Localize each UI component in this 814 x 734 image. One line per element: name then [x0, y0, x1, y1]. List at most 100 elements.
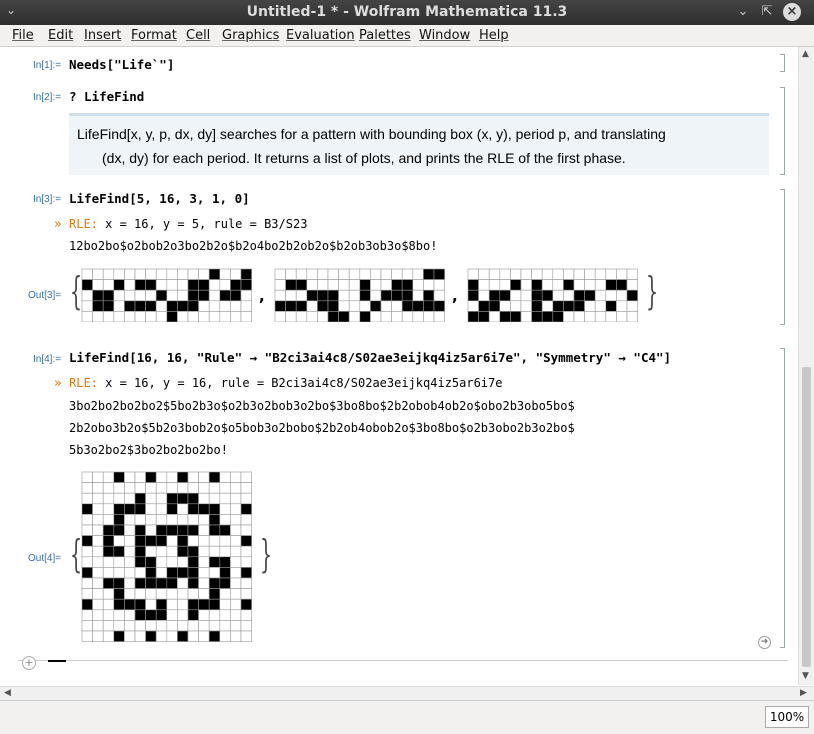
life-cell [433, 311, 445, 322]
life-cell [92, 503, 104, 515]
life-cell [510, 268, 522, 280]
menu-window[interactable]: Window [419, 28, 470, 43]
scroll-right-arrow-icon[interactable]: ▶ [800, 688, 807, 698]
menu-palettes[interactable]: Palettes [359, 28, 411, 43]
life-cell [380, 268, 392, 280]
life-cell [412, 289, 424, 302]
life-cell [219, 514, 231, 526]
in3-rle-body: 12bo2bo$o2bob2o3bo2b2o$b2o4bo2b2ob2o$b2o… [69, 239, 438, 253]
life-cell [113, 630, 125, 642]
life-cell [145, 545, 157, 558]
life-cell [92, 545, 104, 558]
menu-graphics[interactable]: Graphics [222, 28, 279, 43]
menu-format[interactable]: Format [131, 28, 177, 43]
life-cell [274, 289, 286, 302]
life-cell [520, 300, 532, 312]
vertical-scroll-thumb[interactable] [802, 367, 811, 667]
life-cell [81, 268, 93, 280]
life-cell [433, 279, 445, 291]
life-cell [134, 279, 146, 291]
life-cell [531, 300, 543, 312]
life-cell [177, 630, 189, 642]
in1-code[interactable]: Needs["Life`"] [69, 57, 174, 72]
life-cell [552, 300, 564, 312]
suggestions-arrow-icon[interactable]: ➜ [758, 636, 771, 649]
zoom-level-selector[interactable]: 100% [765, 706, 809, 728]
life-cell [145, 268, 157, 280]
life-cell [124, 598, 136, 611]
cell-bracket-in4[interactable] [780, 348, 785, 648]
life-cell [230, 535, 242, 547]
restore-button[interactable]: ⇱ [758, 3, 776, 21]
life-cell [317, 289, 329, 302]
life-cell [230, 279, 242, 291]
life-cell [187, 535, 199, 547]
life-cell [102, 630, 115, 642]
scroll-left-arrow-icon[interactable]: ◀ [4, 688, 11, 698]
in3-code[interactable]: LifeFind[5, 16, 3, 1, 0] [69, 191, 250, 206]
life-cell [274, 311, 286, 322]
cell-bracket-in3[interactable] [780, 189, 785, 325]
life-cell [531, 279, 543, 291]
life-cell [306, 311, 318, 322]
life-cell [124, 311, 136, 322]
life-cell [510, 279, 522, 291]
life-cell [113, 503, 125, 515]
life-cell [531, 268, 543, 280]
scroll-up-arrow-icon[interactable]: ▲ [802, 49, 809, 59]
life-cell [285, 268, 297, 280]
life-cell [92, 577, 104, 589]
life-cell [327, 268, 339, 280]
life-cell [198, 482, 210, 494]
life-cell [134, 503, 146, 515]
life-cell [230, 545, 242, 558]
out4-plot[interactable] [81, 471, 253, 645]
life-cell [584, 289, 596, 302]
menu-insert[interactable]: Insert [84, 28, 121, 43]
life-cell [198, 311, 210, 322]
menu-edit[interactable]: Edit [48, 28, 73, 43]
cell-bracket-in1[interactable] [780, 54, 785, 72]
horizontal-scrollbar[interactable]: ◀ ▶ [0, 686, 814, 700]
life-cell [92, 535, 104, 547]
life-cell [198, 471, 210, 483]
notebook-area[interactable]: In[1]:= Needs["Life`"] In[2]:= ? LifeFin… [0, 47, 798, 685]
life-cell [208, 279, 221, 291]
life-cell [81, 598, 93, 611]
vertical-scrollbar[interactable]: ▲ ▼ [798, 47, 814, 685]
life-cell [187, 300, 199, 312]
life-cell [208, 535, 221, 547]
life-cell [230, 311, 242, 322]
life-cell [359, 268, 371, 280]
cell-bracket-in2[interactable] [780, 87, 785, 175]
life-cell [423, 268, 435, 280]
life-cell [113, 311, 125, 322]
out3-plot-1[interactable] [81, 268, 253, 322]
in2-code[interactable]: ? LifeFind [69, 89, 144, 104]
scroll-down-arrow-icon[interactable]: ▼ [802, 671, 809, 681]
life-cell [177, 545, 189, 558]
life-cell [208, 556, 221, 568]
life-cell [520, 311, 532, 322]
minimize-button[interactable]: ⌄ [734, 3, 752, 21]
life-cell [177, 609, 189, 621]
life-cell [102, 289, 115, 302]
life-cell [113, 598, 125, 611]
life-cell [102, 545, 115, 558]
out3-plot-3[interactable] [467, 268, 639, 322]
life-cell [306, 289, 318, 302]
out3-plot-2[interactable] [274, 268, 446, 322]
life-cell [198, 492, 210, 505]
life-cell [81, 492, 93, 505]
life-cell [391, 279, 403, 291]
life-cell [626, 289, 638, 302]
menu-evaluation[interactable]: Evaluation [286, 28, 355, 43]
in4-code[interactable]: LifeFind[16, 16, "Rule" → "B2ci3ai4c8/S0… [69, 350, 671, 365]
out4-label: Out[4]= [28, 553, 62, 564]
menu-cell[interactable]: Cell [186, 28, 210, 43]
menu-help[interactable]: Help [479, 28, 509, 43]
life-cell [348, 279, 361, 291]
add-cell-plus-icon[interactable]: + [22, 656, 36, 670]
close-button[interactable]: × [783, 3, 801, 21]
menu-file[interactable]: File [12, 28, 34, 43]
